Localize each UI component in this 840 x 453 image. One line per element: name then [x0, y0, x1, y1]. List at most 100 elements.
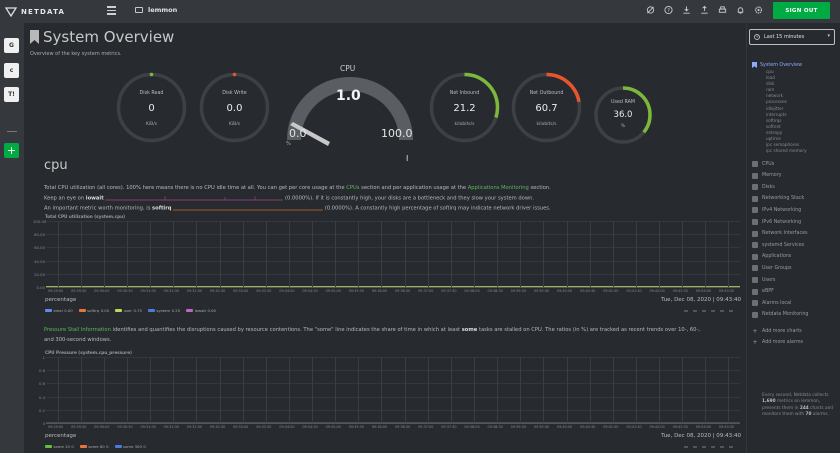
legend-value: 0 — [106, 444, 109, 449]
chart-ctrl[interactable] — [711, 446, 715, 448]
sidebar-item-ipv6-networking[interactable]: IPv6 Networking — [752, 216, 840, 228]
x-grid-line — [150, 357, 152, 423]
psi-description-line-2: and 300-second windows. — [44, 337, 112, 343]
x-grid-line — [80, 357, 82, 423]
page-subtitle: Overview of the key system metrics. — [30, 51, 122, 57]
x-tick-label: 09:37:00 — [418, 425, 434, 429]
applications-monitoring-link[interactable]: Applications Monitoring — [468, 185, 529, 191]
pressure-stall-link[interactable]: Pressure Stall Information — [44, 327, 111, 333]
legend-value: 0.25 — [171, 308, 181, 313]
print-icon[interactable] — [718, 5, 727, 15]
cpu-section-heading: cpu — [44, 158, 68, 173]
x-tick-label: 09:39:30 — [533, 425, 550, 429]
net-inbound-gauge[interactable]: Net Inbound 21.2 kilobits/s — [428, 71, 501, 144]
disk-write-gauge[interactable]: Disk Write 0.0 KiB/s — [198, 71, 271, 144]
legend-item[interactable]: some 60 0 — [79, 444, 109, 449]
sidebar-item-netdata-monitoring[interactable]: Netdata Monitoring — [752, 309, 840, 321]
download-icon[interactable] — [682, 5, 691, 15]
chart-ctrl[interactable] — [684, 310, 688, 312]
time-range-picker[interactable]: Last 15 minutes ▾ — [749, 29, 835, 45]
rail-button-g[interactable]: G — [4, 38, 19, 53]
upload-icon[interactable] — [700, 5, 709, 15]
sidebar-item-user-groups[interactable]: User Groups — [752, 263, 840, 275]
chart-ctrl[interactable] — [693, 446, 697, 448]
y-tick-label: 1 — [42, 355, 45, 360]
x-grid-line — [80, 221, 82, 287]
cpu-chart-controls[interactable] — [684, 310, 733, 312]
sidebar-item-systemd-services[interactable]: systemd Services — [752, 239, 840, 251]
rail-button-t[interactable]: T! — [4, 87, 19, 102]
sidebar-item-label: Disks — [762, 184, 775, 190]
chart-ctrl[interactable] — [711, 310, 715, 312]
iowait-label: iowait — [85, 195, 104, 202]
chart-ctrl[interactable] — [729, 446, 733, 448]
sidebar-item-memory[interactable]: Memory — [752, 170, 840, 182]
no-cloud-icon[interactable] — [646, 5, 655, 15]
sidebar-item-network-interfaces[interactable]: Network Interfaces — [752, 228, 840, 240]
x-tick-label: 09:41:00 — [603, 425, 619, 429]
help-icon[interactable]: ? — [664, 5, 673, 15]
x-grid-line — [335, 221, 337, 287]
cpu-description-line-1: Total CPU utilization (all cores). 100% … — [44, 185, 551, 191]
chart-ctrl[interactable] — [693, 310, 697, 312]
x-grid-line — [242, 221, 244, 287]
sidebar-item-ebpf[interactable]: eBPF — [752, 286, 840, 298]
sidebar-item-system-overview[interactable]: System Overview — [752, 61, 840, 69]
chart-ctrl[interactable] — [720, 446, 724, 448]
legend-item[interactable]: softirq 0.00 — [78, 308, 109, 313]
chart-ctrl[interactable] — [684, 446, 688, 448]
netdata-logo[interactable]: NETDATA — [5, 6, 65, 17]
sidebar-item-applications[interactable]: Applications — [752, 251, 840, 263]
cpus-link[interactable]: CPUs — [346, 185, 359, 191]
legend-swatch — [115, 309, 123, 312]
sidebar-item-users[interactable]: Users — [752, 274, 840, 286]
cloud-icon — [752, 195, 758, 202]
sidebar-nav: System Overview cpu load disk ram network pro… — [752, 61, 840, 348]
sidebar-items: CPUs Memory Disks Networking Stack IPv4 Netw… — [752, 158, 840, 320]
legend-item[interactable]: steal 0.00 — [45, 308, 73, 313]
psi-chart-unit: percentage — [45, 433, 77, 439]
host-name: lemmon — [148, 6, 178, 14]
x-grid-line — [103, 357, 105, 423]
add-more-charts-link[interactable]: + Add more charts — [752, 326, 840, 337]
legend-item[interactable]: iowait 0.00 — [186, 308, 216, 313]
chart-ctrl[interactable] — [702, 310, 706, 312]
add-more-alarms-link[interactable]: + Add more alarms — [752, 337, 840, 348]
net-inbound-value: 21.2 — [453, 103, 476, 114]
chart-ctrl[interactable] — [720, 310, 724, 312]
legend-item[interactable]: some 300 0 — [114, 444, 146, 449]
bell-icon[interactable] — [736, 5, 745, 15]
sidebar-item-label: User Groups — [762, 265, 792, 271]
add-space-button[interactable]: + — [4, 143, 19, 158]
psi-chart-controls[interactable] — [684, 446, 733, 448]
net-outbound-gauge[interactable]: Net Outbound 60.7 kilobits/s — [510, 71, 583, 144]
sidebar-item-ipv4-networking[interactable]: IPv4 Networking — [752, 205, 840, 217]
chart-ctrl[interactable] — [729, 310, 733, 312]
x-grid-line — [381, 357, 383, 423]
sign-out-button[interactable]: SIGN OUT — [773, 2, 830, 19]
sidebar-item-label: Users — [762, 277, 776, 283]
host-selector[interactable]: lemmon — [135, 6, 177, 14]
svg-text:?: ? — [667, 8, 670, 14]
legend-swatch — [79, 445, 87, 448]
chart-ctrl[interactable] — [702, 446, 706, 448]
sidebar-item-alarms-local[interactable]: Alarms local — [752, 297, 840, 309]
used-ram-gauge[interactable]: Used RAM 36.0 % — [593, 85, 653, 145]
gear-icon[interactable] — [754, 5, 763, 15]
sidebar-item-cpus[interactable]: CPUs — [752, 158, 840, 170]
bar-chart-icon — [752, 311, 758, 318]
x-tick-label: 09:36:00 — [371, 289, 388, 293]
softirq-sparkline — [173, 209, 324, 211]
disk-read-gauge[interactable]: Disk Read 0 KiB/s — [115, 71, 188, 144]
globe-icon — [752, 207, 758, 214]
x-tick-label: 09:34:30 — [302, 425, 318, 429]
legend-item[interactable]: system 0.25 — [147, 308, 181, 313]
sidebar-item-disks[interactable]: Disks — [752, 182, 840, 194]
legend-item[interactable]: some 10 0 — [45, 444, 74, 449]
heartbeat-icon — [752, 253, 758, 260]
hamburger-menu-icon[interactable] — [107, 6, 116, 15]
legend-item[interactable]: user 0.75 — [115, 308, 142, 313]
rail-button-c[interactable]: c — [4, 63, 19, 78]
sidebar-item-label: IPv4 Networking — [762, 207, 802, 213]
sidebar-item-networking-stack[interactable]: Networking Stack — [752, 193, 840, 205]
